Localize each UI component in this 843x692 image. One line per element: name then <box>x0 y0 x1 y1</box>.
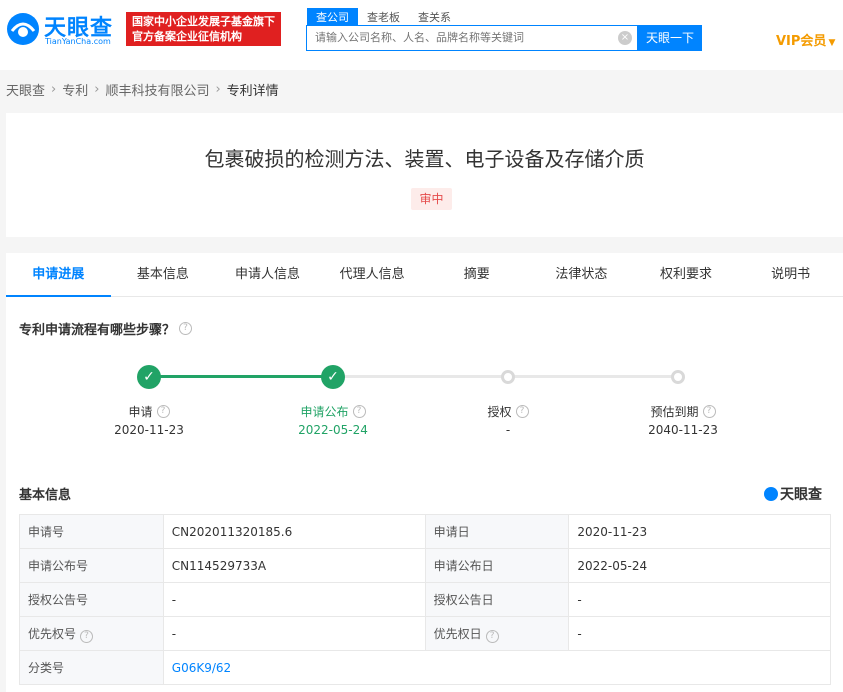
field-label: 优先权日 <box>433 626 482 641</box>
field-value: - <box>568 582 831 617</box>
status-badge: 审中 <box>411 188 452 210</box>
tab-legal-status[interactable]: 法律状态 <box>529 253 634 297</box>
chevron-down-icon: ▼ <box>828 38 836 48</box>
table-row: 申请号 CN202011320185.6 申请日 2020-11-23 <box>19 514 831 549</box>
steps-heading-text: 专利申请流程有哪些步骤？ <box>19 323 176 338</box>
tab-basic-info[interactable]: 基本信息 <box>111 253 216 297</box>
step-done-check-icon: ✓ <box>321 365 345 389</box>
step-label-text: 申请 <box>128 405 153 419</box>
field-label-with-help: 优先权日? <box>424 616 570 651</box>
field-label-with-help: 优先权号? <box>19 616 164 651</box>
tab-search-relation[interactable]: 查关系 <box>409 8 460 26</box>
classification-link[interactable]: G06K9/62 <box>162 650 832 685</box>
banner-line-1: 国家中小企业发展子基金旗下 <box>132 15 275 28</box>
vip-label: VIP会员 <box>776 34 827 49</box>
vip-member-link[interactable]: VIP会员 ▼ <box>776 30 835 49</box>
tab-abstract[interactable]: 摘要 <box>425 253 530 297</box>
help-icon[interactable]: ? <box>352 405 366 418</box>
field-label: 授权公告日 <box>424 582 570 617</box>
chevron-right-icon: › <box>94 82 100 97</box>
step-label: 预估到期? <box>623 403 743 420</box>
breadcrumb-patent[interactable]: 专利 <box>62 80 88 99</box>
steps-heading: 专利申请流程有哪些步骤？ ? <box>19 319 193 338</box>
brand-text: 天眼查 <box>780 487 822 503</box>
step-label-text: 预估到期 <box>650 405 699 419</box>
field-label: 申请公布号 <box>19 548 164 583</box>
field-value: 2020-11-23 <box>568 514 831 549</box>
field-label: 授权公告号 <box>19 582 164 617</box>
field-value: CN202011320185.6 <box>162 514 426 549</box>
tianyancha-watermark: 天眼查 <box>764 484 822 504</box>
logo-domain: TianYanCha.com <box>45 37 111 46</box>
chevron-right-icon: › <box>51 82 57 97</box>
table-row: 授权公告号 - 授权公告日 - <box>19 582 831 617</box>
tab-search-company[interactable]: 查公司 <box>307 8 358 26</box>
basic-info-heading: 基本信息 <box>19 488 72 503</box>
detail-tabs: 申请进展 基本信息 申请人信息 代理人信息 摘要 法律状态 权利要求 说明书 <box>6 253 843 297</box>
step-label-text: 授权 <box>487 405 512 419</box>
step-label-text: 申请公布 <box>300 405 349 419</box>
banner-line-2: 官方备案企业征信机构 <box>132 30 242 43</box>
help-icon[interactable]: ? <box>179 322 193 335</box>
tab-search-boss[interactable]: 查老板 <box>358 8 409 26</box>
field-label: 优先权号 <box>28 626 77 641</box>
step-label: 授权? <box>448 403 568 420</box>
field-value: - <box>568 616 831 651</box>
patent-detail-card: 申请进展 基本信息 申请人信息 代理人信息 摘要 法律状态 权利要求 说明书 专… <box>6 253 843 692</box>
search-input[interactable] <box>315 31 605 44</box>
field-label: 申请日 <box>424 514 570 549</box>
search-box: × <box>306 25 638 51</box>
search-type-tabs: 查公司 查老板 查关系 <box>307 8 460 26</box>
tab-applicant[interactable]: 申请人信息 <box>215 253 320 297</box>
page-title: 包裹破损的检测方法、装置、电子设备及存储介质 <box>204 147 645 171</box>
breadcrumb: 天眼查 › 专利 › 顺丰科技有限公司 › 专利详情 <box>6 80 279 99</box>
table-row: 优先权号? - 优先权日? - <box>19 616 831 651</box>
breadcrumb-home[interactable]: 天眼查 <box>6 80 45 99</box>
tab-progress[interactable]: 申请进展 <box>6 253 111 297</box>
help-icon[interactable]: ? <box>80 629 94 643</box>
step-date: 2040-11-23 <box>648 423 718 437</box>
chevron-right-icon: › <box>215 82 221 97</box>
field-label: 申请号 <box>19 514 164 549</box>
tab-description[interactable]: 说明书 <box>738 253 843 297</box>
breadcrumb-current: 专利详情 <box>226 84 279 99</box>
patent-title-card: 包裹破损的检测方法、装置、电子设备及存储介质 审中 <box>6 113 843 237</box>
top-header: 天眼查 TianYanCha.com 国家中小企业发展子基金旗下 官方备案企业征… <box>0 0 843 70</box>
step-date: - <box>505 423 511 437</box>
tab-agent[interactable]: 代理人信息 <box>320 253 425 297</box>
official-banner: 国家中小企业发展子基金旗下 官方备案企业征信机构 <box>126 12 281 46</box>
help-icon[interactable]: ? <box>156 405 170 418</box>
step-date: 2022-05-24 <box>298 423 368 437</box>
help-icon[interactable]: ? <box>702 405 716 418</box>
field-label: 申请公布日 <box>424 548 570 583</box>
step-pending-node <box>501 370 515 384</box>
field-value: 2022-05-24 <box>568 548 831 583</box>
field-value: - <box>162 582 426 617</box>
logo-eye-icon <box>764 487 778 501</box>
breadcrumb-company[interactable]: 顺丰科技有限公司 <box>105 80 209 99</box>
step-label: 申请公布? <box>273 403 393 420</box>
step-date: 2020-11-23 <box>114 423 184 437</box>
clear-icon[interactable]: × <box>618 31 632 45</box>
search-button[interactable]: 天眼一下 <box>638 25 702 51</box>
step-done-check-icon: ✓ <box>137 365 161 389</box>
tianyancha-logo[interactable]: 天眼查 TianYanCha.com <box>6 10 124 48</box>
help-icon[interactable]: ? <box>515 405 529 418</box>
progress-track-done <box>149 375 333 378</box>
field-value: - <box>162 616 426 651</box>
help-icon[interactable]: ? <box>485 629 499 643</box>
basic-info-table: 申请号 CN202011320185.6 申请日 2020-11-23 申请公布… <box>19 514 832 685</box>
step-label: 申请? <box>89 403 209 420</box>
table-row: 申请公布号 CN114529733A 申请公布日 2022-05-24 <box>19 548 831 583</box>
tab-claims[interactable]: 权利要求 <box>634 253 739 297</box>
logo-eye-icon <box>7 13 39 45</box>
table-row: 分类号 G06K9/62 <box>19 650 832 685</box>
field-value: CN114529733A <box>162 548 426 583</box>
field-label: 分类号 <box>19 650 164 685</box>
step-pending-node <box>671 370 685 384</box>
